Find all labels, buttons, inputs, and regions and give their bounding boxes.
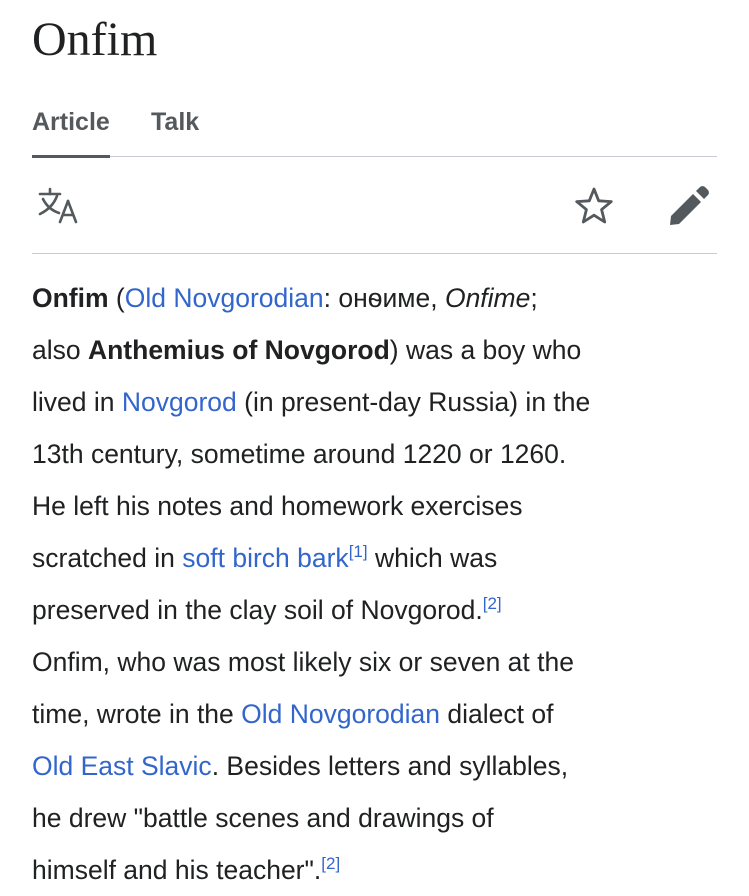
tab-talk[interactable]: Talk xyxy=(151,106,199,138)
reference-2: [2] xyxy=(483,594,502,613)
link-birch-bark[interactable]: soft birch bark xyxy=(182,543,348,573)
language-translate-icon[interactable] xyxy=(38,187,82,225)
text-run: ; xyxy=(530,283,538,313)
text-run: ( xyxy=(108,283,125,313)
text-line: He left his notes and homework exercises xyxy=(32,491,523,521)
star-outline-icon[interactable] xyxy=(574,186,614,226)
text-line: lived in Novgorod (in present-day Russia… xyxy=(32,376,722,428)
text-line: time, wrote in the Old Novgorodian diale… xyxy=(32,688,722,740)
text-line: himself and his teacher".[2] xyxy=(32,844,722,896)
text-line: scratched in soft birch bark[1] which wa… xyxy=(32,532,722,584)
text-run: preserved in the clay soil of Novgorod. xyxy=(32,595,483,625)
text-run: scratched in xyxy=(32,543,183,573)
tab-article[interactable]: Article xyxy=(32,106,110,158)
text-run: which was xyxy=(367,543,498,573)
article-subject: Onfim xyxy=(32,283,109,313)
alternate-name: Anthemius of Novgorod xyxy=(87,335,390,365)
link-old-novgorodian[interactable]: Old Novgorodian xyxy=(125,283,324,313)
link-old-novgorodian-2[interactable]: Old Novgorodian xyxy=(241,699,440,729)
text-line: Old East Slavic. Besides letters and syl… xyxy=(32,740,722,792)
text-run: also xyxy=(32,335,88,365)
page-actions-toolbar xyxy=(32,157,717,254)
link-novgorod[interactable]: Novgorod xyxy=(122,387,237,417)
page-title: Onfim xyxy=(32,13,158,66)
text-run: : онѳиме, xyxy=(323,283,445,313)
reference-1-link[interactable]: [1] xyxy=(349,542,368,561)
text-run: himself and his teacher". xyxy=(32,855,322,885)
reference-1: [1] xyxy=(349,542,368,561)
pencil-icon[interactable] xyxy=(665,186,709,226)
italic-name: Onfime xyxy=(444,283,531,313)
text-run: time, wrote in the xyxy=(32,699,242,729)
text-line: 13th century, sometime around 1220 or 12… xyxy=(32,439,567,469)
text-line: also Anthemius of Novgorod) was a boy wh… xyxy=(32,324,722,376)
text-run: dialect of xyxy=(440,699,554,729)
text-run: (in present-day Russia) in the xyxy=(236,387,591,417)
reference-2-repeat: [2] xyxy=(321,854,340,873)
text-run: lived in xyxy=(32,387,122,417)
article-intro-paragraph: Onfim (Old Novgorodian: онѳиме, Onfime; … xyxy=(32,272,722,896)
text-line: he drew "battle scenes and drawings of xyxy=(32,803,494,833)
link-old-east-slavic[interactable]: Old East Slavic xyxy=(32,751,212,781)
text-run: . Besides letters and syllables, xyxy=(211,751,569,781)
text-line: preserved in the clay soil of Novgorod.[… xyxy=(32,584,722,636)
reference-2-repeat-link[interactable]: [2] xyxy=(321,854,340,873)
text-run: ) was a boy who xyxy=(389,335,582,365)
text-line: Onfim, who was most likely six or seven … xyxy=(32,647,574,677)
text-line: Onfim (Old Novgorodian: онѳиме, Onfime; xyxy=(32,272,722,324)
page-tabs: Article Talk xyxy=(32,100,717,158)
reference-2-link[interactable]: [2] xyxy=(483,594,502,613)
